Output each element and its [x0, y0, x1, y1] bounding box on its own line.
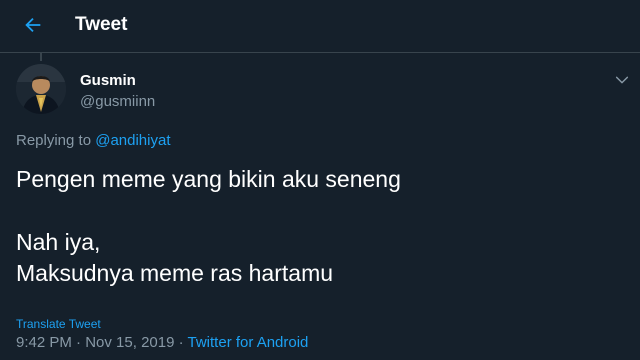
- header-bar: Tweet: [0, 0, 640, 53]
- tweet-metadata: 9:42 PM · Nov 15, 2019 · Twitter for And…: [16, 334, 308, 351]
- translate-tweet-link[interactable]: Translate Tweet: [16, 317, 101, 331]
- back-button[interactable]: [18, 10, 48, 40]
- tweet-options-button[interactable]: [612, 70, 632, 90]
- tweet-time: 9:42 PM: [16, 334, 72, 351]
- avatar-image: [16, 64, 66, 114]
- tweet-date: Nov 15, 2019: [85, 334, 175, 351]
- replying-to-line: Replying to @andihiyat: [16, 132, 171, 149]
- thread-connector-line: [40, 53, 42, 61]
- replying-to-link[interactable]: @andihiyat: [95, 132, 170, 149]
- chevron-down-icon: [615, 76, 629, 84]
- meta-separator: ·: [174, 334, 188, 351]
- meta-separator: ·: [71, 334, 86, 351]
- author-handle[interactable]: @gusmiinn: [80, 93, 155, 110]
- page-title: Tweet: [75, 14, 128, 35]
- tweet-text-line: Pengen meme yang bikin aku seneng: [16, 166, 401, 192]
- tweet-text-line: Nah iya,: [16, 229, 101, 255]
- tweet-text-line: Maksudnya meme ras hartamu: [16, 260, 334, 286]
- replying-to-prefix: Replying to: [16, 132, 96, 149]
- tweet-source-link[interactable]: Twitter for Android: [188, 334, 309, 351]
- author-name[interactable]: Gusmin: [80, 72, 136, 89]
- tweet-page: Tweet Gusmin @gusmiinn Replying to @andi…: [0, 0, 640, 360]
- back-arrow-icon: [25, 17, 41, 33]
- avatar[interactable]: [16, 64, 66, 114]
